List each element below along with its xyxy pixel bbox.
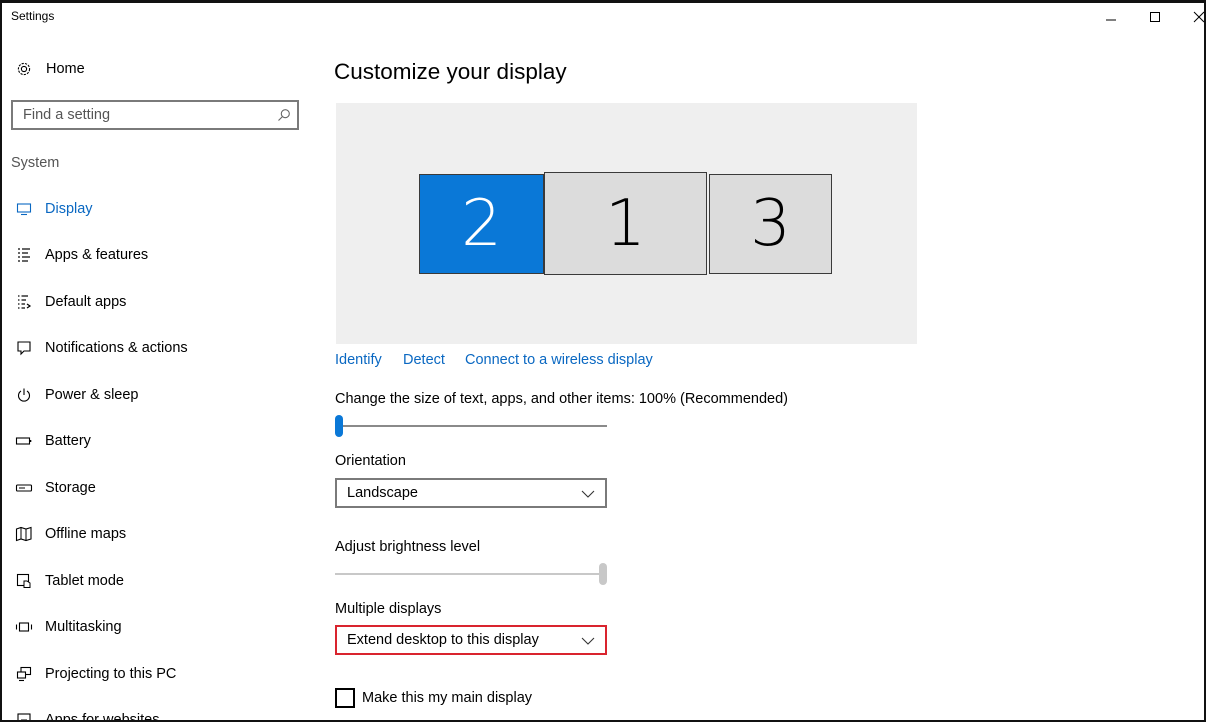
brightness-slider-thumb[interactable]	[599, 563, 607, 585]
wireless-display-link[interactable]: Connect to a wireless display	[465, 352, 653, 368]
apps-websites-icon	[14, 711, 34, 720]
orientation-dropdown[interactable]: Landscape	[335, 478, 607, 508]
projecting-icon	[14, 665, 34, 683]
sidebar-item-label: Battery	[45, 433, 91, 449]
search-input[interactable]	[23, 106, 268, 124]
sidebar-item-label: Tablet mode	[45, 573, 124, 589]
search-box[interactable]	[11, 100, 299, 130]
sidebar-item-display[interactable]: Display	[2, 194, 302, 224]
close-button[interactable]	[1176, 3, 1204, 31]
chevron-down-icon	[581, 490, 595, 498]
sidebar-item-battery[interactable]: Battery	[2, 426, 302, 456]
sidebar-item-label: Apps & features	[45, 247, 149, 263]
sidebar-item-label: Multitasking	[45, 619, 122, 635]
gear-icon	[14, 60, 34, 78]
identify-link[interactable]: Identify	[335, 352, 382, 368]
scale-label: Change the size of text, apps, and other…	[335, 391, 788, 407]
sidebar-item-label: Power & sleep	[45, 387, 139, 403]
sidebar-item-label: Offline maps	[45, 526, 127, 542]
sidebar-item-power-sleep[interactable]: Power & sleep	[2, 380, 302, 410]
minimize-button[interactable]	[1088, 3, 1134, 31]
minimize-icon	[1106, 19, 1116, 21]
sidebar-item-label: Apps for websites	[45, 712, 160, 722]
monitor-number: 2	[461, 187, 502, 261]
battery-icon	[14, 432, 34, 450]
sidebar-item-label: Storage	[45, 480, 96, 496]
detect-link[interactable]: Detect	[403, 352, 445, 368]
title-bar: Settings	[2, 3, 1204, 31]
monitor-icon	[14, 200, 34, 218]
sidebar-item-apps-websites[interactable]: Apps for websites	[2, 705, 302, 722]
sidebar-item-storage[interactable]: Storage	[2, 473, 302, 503]
orientation-label: Orientation	[335, 453, 406, 469]
display-arrangement-preview: 2 1 3	[336, 103, 917, 344]
sidebar-item-label: Display	[45, 201, 93, 217]
map-icon	[14, 525, 34, 543]
monitor-3-tile[interactable]: 3	[709, 174, 832, 274]
sidebar-item-projecting[interactable]: Projecting to this PC	[2, 659, 302, 689]
scale-slider-thumb[interactable]	[335, 415, 343, 437]
section-label-system: System	[11, 155, 60, 171]
sidebar-item-label: Default apps	[45, 294, 127, 310]
brightness-label: Adjust brightness level	[335, 539, 481, 555]
sidebar-item-default-apps[interactable]: Default apps	[2, 287, 302, 317]
main-display-label: Make this my main display	[362, 690, 533, 706]
monitor-2-tile[interactable]: 2	[419, 174, 544, 274]
sidebar-item-apps-features[interactable]: Apps & features	[2, 240, 302, 270]
multitasking-icon	[14, 618, 34, 636]
monitor-1-tile[interactable]: 1	[544, 172, 707, 275]
search-icon[interactable]	[277, 108, 291, 127]
close-icon	[1193, 11, 1204, 23]
sidebar-item-tablet-mode[interactable]: Tablet mode	[2, 566, 302, 596]
brightness-slider-track[interactable]	[335, 573, 607, 575]
orientation-value: Landscape	[347, 485, 418, 501]
power-icon	[14, 386, 34, 404]
window-title: Settings	[11, 9, 55, 23]
multiple-displays-dropdown[interactable]: Extend desktop to this display	[335, 625, 607, 655]
storage-drive-icon	[14, 479, 34, 497]
maximize-icon	[1150, 12, 1160, 22]
monitor-number: 1	[605, 186, 646, 261]
main-display-checkbox[interactable]	[335, 688, 355, 708]
sidebar-item-multitasking[interactable]: Multitasking	[2, 612, 302, 642]
page-title: Customize your display	[334, 59, 567, 84]
monitor-number: 3	[750, 187, 791, 261]
default-apps-icon	[14, 293, 34, 311]
sidebar-item-notifications[interactable]: Notifications & actions	[2, 333, 302, 363]
chevron-down-icon	[581, 637, 595, 645]
scale-slider-track[interactable]	[335, 425, 607, 427]
sidebar: Home System Display Apps & features	[2, 31, 312, 722]
settings-window: Settings Home System	[0, 0, 1206, 722]
sidebar-item-label: Projecting to this PC	[45, 666, 177, 682]
multiple-displays-label: Multiple displays	[335, 601, 442, 617]
sidebar-item-offline-maps[interactable]: Offline maps	[2, 519, 302, 549]
list-icon	[14, 246, 34, 264]
sidebar-item-label: Notifications & actions	[45, 340, 188, 356]
sidebar-item-home[interactable]: Home	[2, 54, 302, 84]
speech-bubble-icon	[14, 339, 34, 357]
sidebar-item-label: Home	[46, 61, 85, 77]
tablet-mode-icon	[14, 572, 34, 590]
multiple-displays-value: Extend desktop to this display	[347, 632, 539, 648]
display-settings-panel: Customize your display 2 1 3 Identify De…	[334, 31, 1194, 720]
maximize-button[interactable]	[1132, 3, 1178, 31]
